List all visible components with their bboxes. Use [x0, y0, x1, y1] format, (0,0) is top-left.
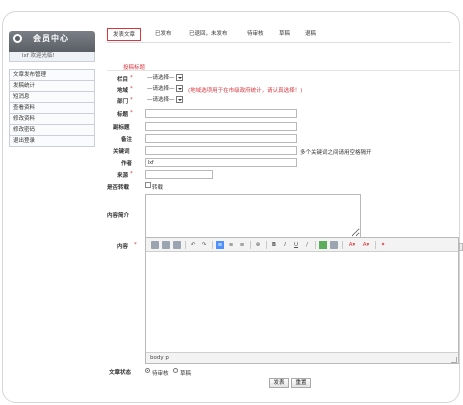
department-select[interactable]: —请选择—: [147, 96, 183, 104]
copy-icon[interactable]: [173, 241, 181, 249]
toolbar-separator: [375, 241, 376, 249]
status-label: 文章状态: [109, 370, 132, 376]
cut-icon[interactable]: [162, 241, 170, 249]
required-mark: *: [130, 97, 133, 103]
repost-label: 是否转载: [107, 185, 130, 191]
title-label: 标题: [117, 112, 129, 118]
rich-text-editor: ↶ ↷ ≡ ≡ ≡ ⊗ B I U ∕ A▾ A▾ ✦ body p: [145, 237, 459, 364]
align-right-icon[interactable]: ≡: [238, 241, 246, 249]
note-label: 备注: [121, 137, 133, 143]
region-label: 地域: [117, 88, 129, 94]
tab-post-article[interactable]: 发表文章: [107, 28, 142, 41]
tab-drafts[interactable]: 草稿: [279, 28, 290, 41]
sidebar: 会员中心 lxf 欢迎光临! 文章发布管理 发稿统计 短消息 查看资料 修改资料…: [9, 31, 95, 147]
keywords-label: 关键词: [113, 149, 130, 155]
required-mark: *: [130, 86, 133, 92]
required-mark: *: [130, 110, 133, 116]
italic-icon[interactable]: I: [281, 241, 289, 249]
summary-label: 内容简介: [107, 213, 130, 219]
repost-option-label: 转载: [152, 185, 164, 191]
status-radio-pending[interactable]: [145, 368, 150, 373]
editor-statusbar: body p: [146, 352, 458, 363]
editor-expand-handle[interactable]: [459, 243, 463, 251]
tab-divider: [107, 42, 451, 43]
region-hint: (地域选项用于在市级政府统计，请认真选择！): [188, 88, 303, 94]
region-select[interactable]: —请选择—: [147, 85, 183, 93]
chevron-down-icon: [175, 85, 183, 92]
content-label: 内容: [117, 244, 129, 250]
sidebar-title: 会员中心: [33, 34, 69, 43]
source-input[interactable]: [145, 170, 213, 179]
strikethrough-icon[interactable]: ∕: [303, 241, 311, 249]
toolbar-separator: [212, 241, 213, 249]
title-input[interactable]: [145, 109, 297, 118]
toolbar-separator: [185, 241, 186, 249]
tab-published[interactable]: 已发布: [155, 28, 172, 41]
status-radio-draft[interactable]: [173, 368, 178, 373]
source-icon[interactable]: [151, 241, 159, 249]
welcome-text: lxf 欢迎光临!: [9, 52, 95, 62]
article-form: 投稿标题 栏目 * —请选择— 地域 * —请选择— (地域选项用于在市级政府统…: [107, 61, 463, 397]
toolbar-separator: [315, 241, 316, 249]
column-label: 栏目: [117, 77, 129, 83]
author-label: 作者: [121, 161, 133, 167]
underline-icon[interactable]: U: [292, 241, 300, 249]
sidebar-item-article-manage[interactable]: 文章发布管理: [10, 70, 94, 81]
sidebar-item-logout[interactable]: 退出登录: [10, 136, 94, 147]
required-mark: *: [130, 75, 133, 81]
sidebar-item-stats[interactable]: 发稿统计: [10, 81, 94, 92]
column-select-value: —请选择—: [147, 75, 175, 81]
status-option-draft: 草稿: [180, 371, 192, 377]
sidebar-item-view-profile[interactable]: 查看资料: [10, 103, 94, 114]
undo-icon[interactable]: ↶: [189, 241, 197, 249]
keywords-hint: 多个关键词之间请用空格隔开: [300, 150, 372, 156]
user-icon: [13, 34, 22, 43]
image-icon[interactable]: [319, 241, 327, 249]
department-label: 部门: [117, 99, 129, 105]
note-input[interactable]: [145, 134, 297, 143]
tab-returned[interactable]: 已退回，未发布: [189, 28, 228, 41]
subtitle-input[interactable]: [145, 122, 297, 131]
tab-pending[interactable]: 待审核: [247, 28, 264, 41]
link-icon[interactable]: ⊗: [254, 241, 262, 249]
region-select-value: —请选择—: [147, 86, 175, 92]
keywords-input[interactable]: [145, 146, 297, 155]
bold-icon[interactable]: B: [270, 241, 278, 249]
redo-icon[interactable]: ↷: [200, 241, 208, 249]
tab-rejected[interactable]: 退稿: [305, 28, 316, 41]
department-select-value: —请选择—: [147, 97, 175, 103]
summary-textarea[interactable]: [145, 194, 361, 238]
sidebar-item-change-password[interactable]: 修改密码: [10, 125, 94, 136]
align-left-icon[interactable]: ≡: [216, 241, 224, 249]
special-icon[interactable]: ✦: [379, 241, 387, 249]
submit-button[interactable]: 发表: [269, 378, 289, 388]
reset-button[interactable]: 重置: [291, 378, 311, 388]
chevron-down-icon: [175, 74, 183, 81]
toolbar-separator: [250, 241, 251, 249]
repost-checkbox[interactable]: [145, 182, 151, 188]
author-input[interactable]: [145, 158, 297, 167]
required-mark: *: [134, 242, 137, 248]
source-label: 来源: [117, 173, 129, 179]
toolbar-separator: [342, 241, 343, 249]
highlight-color-icon[interactable]: A▾: [360, 241, 372, 249]
align-center-icon[interactable]: ≡: [227, 241, 235, 249]
editor-resize-handle[interactable]: [451, 357, 457, 363]
editor-toolbar: ↶ ↷ ≡ ≡ ≡ ⊗ B I U ∕ A▾ A▾ ✦: [146, 238, 458, 252]
font-color-icon[interactable]: A▾: [346, 241, 358, 249]
section-divider: [107, 70, 459, 71]
column-select[interactable]: —请选择—: [147, 74, 183, 82]
sidebar-item-messages[interactable]: 短消息: [10, 92, 94, 103]
sidebar-menu: 文章发布管理 发稿统计 短消息 查看资料 修改资料 修改密码 退出登录: [9, 69, 95, 147]
sidebar-item-edit-profile[interactable]: 修改资料: [10, 114, 94, 125]
toolbar-separator: [266, 241, 267, 249]
subtitle-label: 副标题: [113, 125, 130, 131]
status-option-pending: 待审核: [152, 371, 169, 377]
required-mark: *: [130, 171, 133, 177]
sidebar-header: 会员中心: [9, 31, 95, 52]
table-icon[interactable]: [330, 241, 338, 249]
chevron-down-icon: [175, 96, 183, 103]
